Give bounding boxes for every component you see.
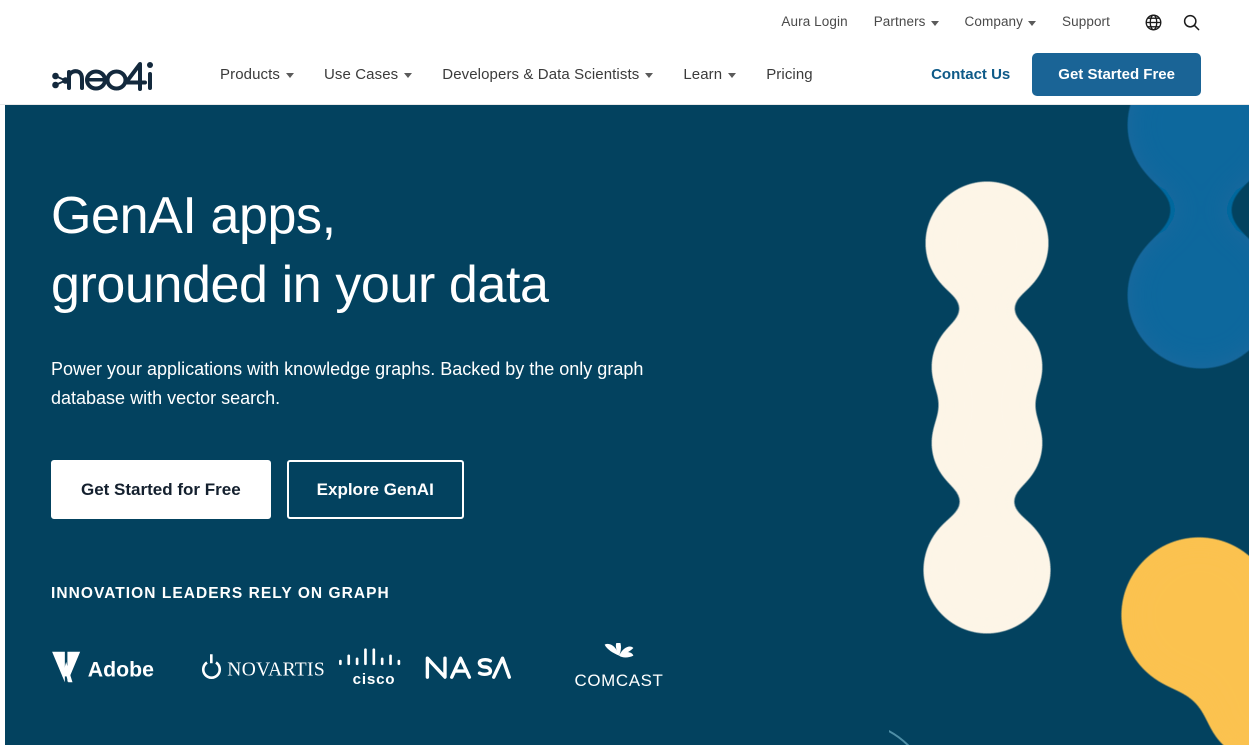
circle-outline: [889, 721, 933, 745]
globe-icon[interactable]: [1143, 12, 1163, 32]
utility-link-label: Aura Login: [781, 15, 847, 29]
utility-link-label: Company: [965, 15, 1023, 29]
neo4j-logo-icon: [51, 54, 155, 94]
chevron-down-icon: [931, 21, 939, 26]
customer-logo-strip: Adobe NOVARTIS: [51, 641, 760, 693]
contact-us-link[interactable]: Contact Us: [909, 66, 1032, 83]
hero-cta-row: Get Started for Free Explore GenAI: [51, 460, 760, 519]
nav-item-learn[interactable]: Learn: [668, 66, 751, 83]
svg-text:cisco: cisco: [353, 671, 396, 688]
nav-item-developers-data-scientists[interactable]: Developers & Data Scientists: [427, 66, 668, 83]
nav-item-use-cases[interactable]: Use Cases: [309, 66, 427, 83]
svg-text:Adobe: Adobe: [88, 657, 154, 681]
nav-links: Products Use Cases Developers & Data Sci…: [205, 66, 828, 83]
main-navigation: Products Use Cases Developers & Data Sci…: [0, 44, 1249, 105]
utility-link-label: Partners: [874, 15, 926, 29]
nav-actions: Contact Us Get Started Free: [909, 53, 1249, 96]
nasa-logo: [424, 641, 564, 693]
nav-item-label: Pricing: [766, 66, 813, 83]
chevron-down-icon: [286, 73, 294, 78]
utility-link-label: Support: [1062, 15, 1110, 29]
nav-item-label: Developers & Data Scientists: [442, 66, 639, 83]
neo4j-metaball-graphic: [889, 105, 1249, 745]
comcast-logo: COMCAST: [564, 641, 714, 693]
page-root: Aura Login Partners Company Support: [0, 0, 1249, 745]
cisco-logo: cisco: [336, 641, 424, 693]
cream-metaball-chain: [923, 181, 1051, 634]
nav-item-products[interactable]: Products: [205, 66, 309, 83]
utility-link-aura-login[interactable]: Aura Login: [768, 15, 860, 29]
chevron-down-icon: [728, 73, 736, 78]
hero-subheadline: Power your applications with knowledge g…: [51, 355, 711, 413]
svg-text:COMCAST: COMCAST: [575, 671, 664, 690]
neo4j-logo[interactable]: [51, 54, 155, 94]
hero-content: GenAI apps, grounded in your data Power …: [0, 105, 760, 745]
utility-link-support[interactable]: Support: [1049, 15, 1123, 29]
blue-metaball-chain: [1127, 105, 1249, 369]
utility-link-company[interactable]: Company: [952, 15, 1049, 29]
innovation-leaders-eyebrow: INNOVATION LEADERS RELY ON GRAPH: [51, 585, 760, 603]
get-started-free-button[interactable]: Get Started Free: [1032, 53, 1201, 96]
nav-item-label: Learn: [683, 66, 722, 83]
nav-item-label: Products: [220, 66, 280, 83]
novartis-logo: NOVARTIS: [196, 641, 336, 693]
adobe-logo: Adobe: [51, 641, 196, 693]
chevron-down-icon: [1028, 21, 1036, 26]
chevron-down-icon: [645, 73, 653, 78]
explore-genai-button[interactable]: Explore GenAI: [287, 460, 464, 519]
search-icon[interactable]: [1181, 12, 1201, 32]
get-started-for-free-button[interactable]: Get Started for Free: [51, 460, 271, 519]
chevron-down-icon: [404, 73, 412, 78]
yellow-blob: [1121, 537, 1249, 745]
hero-section: GenAI apps, grounded in your data Power …: [0, 105, 1249, 745]
utility-bar: Aura Login Partners Company Support: [0, 0, 1249, 44]
svg-text:NOVARTIS: NOVARTIS: [227, 659, 325, 680]
utility-icon-group: [1143, 12, 1201, 32]
nav-item-pricing[interactable]: Pricing: [751, 66, 828, 83]
hero-headline: GenAI apps, grounded in your data: [51, 105, 760, 320]
nav-item-label: Use Cases: [324, 66, 398, 83]
utility-link-partners[interactable]: Partners: [861, 15, 952, 29]
